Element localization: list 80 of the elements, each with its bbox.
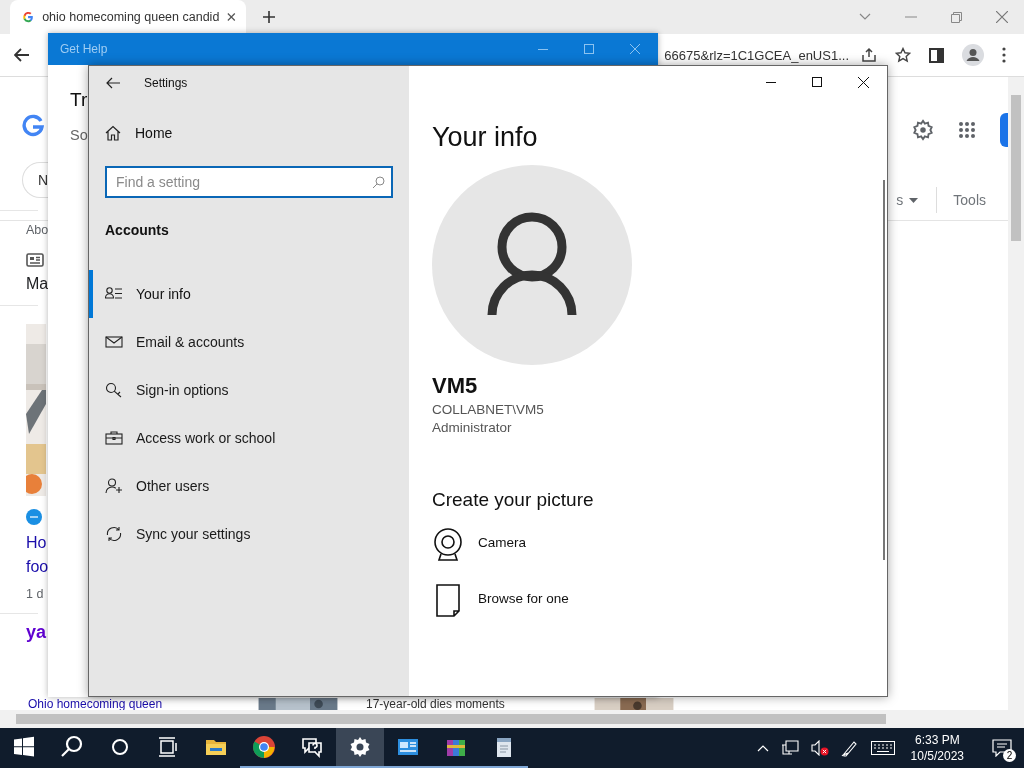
google-icon: [22, 10, 35, 24]
browser-tab[interactable]: ohio homecoming queen candid: [10, 0, 246, 34]
result-link[interactable]: Ho: [26, 531, 47, 555]
search-icon: [372, 176, 385, 189]
result-link[interactable]: Ohio homecoming queen: [28, 698, 252, 710]
star-icon[interactable]: [895, 47, 911, 63]
account-button[interactable]: [1000, 113, 1008, 147]
scrollbar[interactable]: [1008, 77, 1024, 710]
account-name: COLLABNET\VM5: [432, 402, 544, 417]
filter-label[interactable]: s: [896, 192, 904, 208]
section-heading: Create your picture: [432, 489, 594, 511]
back-arrow-icon[interactable]: [106, 77, 120, 89]
keyboard-icon[interactable]: [870, 741, 895, 755]
heading-text: Tr: [70, 89, 88, 111]
news-icon: [26, 253, 44, 267]
notifications-icon: [992, 739, 1012, 757]
chat-bubbles-icon: [300, 735, 324, 759]
page-title: Your info: [432, 122, 538, 153]
pen-icon[interactable]: [840, 739, 859, 757]
home-link[interactable]: Home: [89, 122, 409, 144]
search-field[interactable]: Find a setting: [105, 166, 393, 198]
new-tab-icon[interactable]: [262, 10, 276, 24]
maximize-icon[interactable]: [812, 77, 822, 87]
menu-icon[interactable]: [1002, 47, 1006, 63]
result-text: 1 d: [26, 587, 44, 601]
task-view-icon: [156, 735, 180, 759]
window-title: Settings: [144, 76, 188, 90]
subheading-text: So: [70, 127, 88, 143]
settings-icon[interactable]: [912, 119, 934, 141]
nav-item[interactable]: Other users: [89, 462, 409, 510]
settings-icon: [348, 735, 372, 759]
source-logo: ya: [26, 622, 47, 643]
back-arrow-icon[interactable]: [14, 48, 30, 62]
tab-title: ohio homecoming queen candid: [42, 10, 220, 24]
nav-item[interactable]: Sync your settings: [89, 510, 409, 558]
close-icon[interactable]: [227, 12, 236, 22]
home-icon: [105, 125, 121, 141]
result-link[interactable]: foo: [26, 555, 49, 579]
volume-muted-icon[interactable]: [810, 740, 829, 756]
taskbar-button[interactable]: [336, 728, 384, 768]
section-heading: Ma: [26, 275, 49, 293]
network-icon[interactable]: [780, 740, 799, 756]
briefcase-icon: [105, 430, 123, 446]
picture-option[interactable]: Camera: [432, 527, 526, 563]
webcam-icon: [432, 527, 464, 563]
tools-link[interactable]: Tools: [953, 192, 986, 208]
chevron-up-icon[interactable]: [756, 744, 769, 752]
picture-option[interactable]: Browse for one: [432, 583, 569, 619]
minimize-icon[interactable]: [766, 81, 776, 83]
nav-item[interactable]: Email & accounts: [89, 318, 409, 366]
address-text[interactable]: 66675&rlz=1C1GCEA_enUS1...: [664, 47, 849, 63]
profile-icon[interactable]: [962, 44, 984, 66]
browser-icon: [252, 735, 276, 759]
key-icon: [105, 382, 123, 398]
sync-icon: [105, 526, 123, 542]
search-icon: [60, 735, 84, 759]
window-title: Get Help: [60, 42, 108, 56]
apps-grid-icon[interactable]: [958, 121, 976, 139]
scrollbar[interactable]: [0, 710, 1024, 728]
user-name: VM5: [432, 373, 478, 399]
section-heading: Accounts: [104, 222, 170, 238]
share-icon[interactable]: [861, 47, 877, 63]
windows-logo-icon: [12, 735, 36, 759]
nav-item[interactable]: Access work or school: [89, 414, 409, 462]
notifications-button[interactable]: 2: [980, 728, 1024, 768]
account-role: Administrator: [432, 420, 512, 435]
chevron-down-icon[interactable]: [859, 13, 871, 21]
envelope-icon: [105, 334, 123, 350]
result-link[interactable]: 17-year-old dies moments: [366, 698, 588, 710]
source-icon: [26, 509, 42, 525]
result-text: Abo: [26, 223, 49, 237]
side-panel-icon[interactable]: [929, 47, 944, 63]
nav-item[interactable]: Sign-in options: [89, 366, 409, 414]
add-user-icon: [105, 478, 123, 494]
contact-card-icon: [105, 286, 123, 302]
close-icon[interactable]: [858, 76, 869, 88]
avatar-icon: [432, 165, 632, 365]
caret-icon[interactable]: [909, 197, 919, 203]
restore-icon[interactable]: [951, 11, 962, 23]
clock[interactable]: 6:33 PM 10/5/2023: [906, 732, 968, 764]
